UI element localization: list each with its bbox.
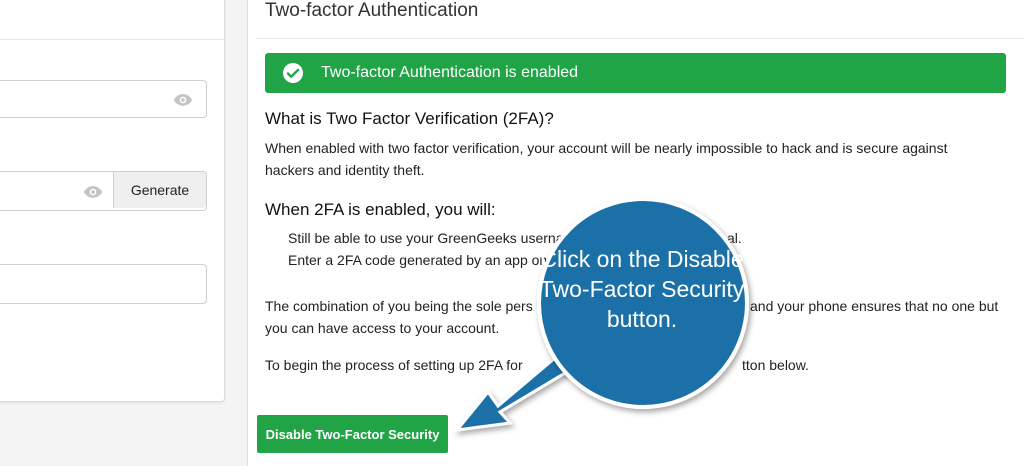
divider bbox=[256, 38, 1024, 39]
confirm-password-field[interactable] bbox=[0, 264, 207, 304]
combo-text-1b: and your phone ensures that no one but bbox=[750, 298, 999, 314]
begin-text-b: tton below. bbox=[742, 357, 809, 373]
password-field[interactable] bbox=[0, 80, 207, 118]
alert-text: Two-factor Authentication is enabled bbox=[321, 64, 579, 81]
when-heading: When 2FA is enabled, you will: bbox=[265, 200, 496, 219]
combo-text-2: you can have access to your account. bbox=[265, 320, 500, 336]
what-text-1: When enabled with two factor verificatio… bbox=[265, 140, 948, 156]
disable-two-factor-button[interactable]: Disable Two-Factor Security bbox=[257, 415, 448, 453]
divider bbox=[0, 39, 224, 40]
new-password-field[interactable]: Generate bbox=[0, 171, 207, 211]
eye-icon[interactable] bbox=[173, 93, 193, 107]
status-alert: Two-factor Authentication is enabled bbox=[265, 53, 1006, 93]
eye-icon[interactable] bbox=[83, 185, 103, 199]
section-title: Two-factor Authentication bbox=[265, 0, 479, 21]
what-text-2: hackers and identity theft. bbox=[265, 162, 425, 178]
callout-text: Click on the Disable Two-Factor Security… bbox=[539, 246, 745, 332]
bullet-2: Enter a 2FA code generated by an app on bbox=[288, 252, 548, 268]
combo-text-1a: The combination of you being the sole pe… bbox=[265, 298, 533, 314]
begin-text-a: To begin the process of setting up 2FA f… bbox=[265, 357, 523, 373]
generate-button[interactable]: Generate bbox=[113, 172, 206, 208]
bullet-1: Still be able to use your GreenGeeks use… bbox=[288, 230, 576, 246]
two-factor-card: Two-factor Authentication Two-factor Aut… bbox=[247, 0, 1024, 466]
what-heading: What is Two Factor Verification (2FA)? bbox=[265, 109, 554, 128]
account-settings-card: Generate bbox=[0, 0, 225, 402]
check-circle-icon bbox=[283, 63, 303, 83]
